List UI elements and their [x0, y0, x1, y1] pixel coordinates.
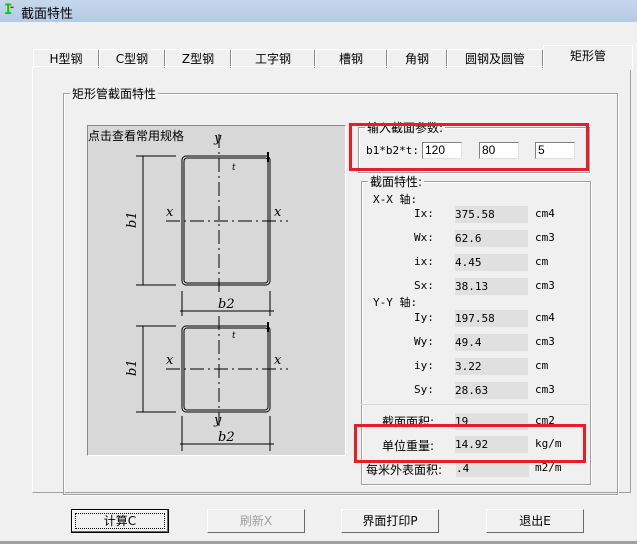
unit-weight-unit: kg/m [535, 437, 562, 450]
t-input[interactable] [535, 142, 575, 159]
properties-title: 截面特性: [368, 173, 425, 190]
section-diagram[interactable]: 点击查看常用规格 y x x b2 b1 t y x x b2 b1 t [87, 125, 346, 456]
ix-radius-value: 4.45 [455, 254, 528, 271]
ix-radius-unit: cm [535, 255, 549, 268]
iy-radius-unit: cm [535, 359, 549, 372]
section-steel-icon: I- [4, 2, 16, 18]
yy-axis-label: Y-Y 轴: [373, 296, 418, 309]
refresh-button[interactable]: 刷新X [207, 509, 305, 533]
ix-radius-label: ix: [414, 255, 434, 268]
iy-radius-value: 3.22 [455, 358, 528, 375]
exit-button[interactable]: 退出E [486, 509, 584, 533]
sy-label: Sy: [414, 383, 434, 396]
wy-unit: cm3 [535, 335, 555, 348]
wx-label: Wx: [414, 231, 434, 244]
sx-unit: cm3 [535, 279, 555, 292]
y-label-top: y [213, 131, 222, 146]
t-label-top: t [232, 163, 236, 173]
calculate-button[interactable]: 计算C [71, 509, 169, 533]
wx-value: 62.6 [455, 230, 528, 247]
x-label-bottom-right: x [274, 353, 282, 368]
x-label-bottom-left: x [166, 353, 174, 368]
sx-value: 38.13 [455, 278, 528, 295]
b2-input[interactable] [479, 142, 519, 159]
rect-tube-diagram: y x x b2 b1 t y x x b2 b1 t [125, 131, 288, 451]
iy-moment-unit: cm4 [535, 311, 555, 324]
ix-moment-value: 375.58 [455, 206, 528, 223]
iy-moment-value: 197.58 [455, 310, 528, 327]
surface-area-value: .4 [456, 460, 529, 477]
sy-value: 28.63 [455, 382, 528, 399]
group-title: 矩形管截面特性 [70, 85, 159, 102]
t-label-bottom: t [232, 331, 236, 341]
x-label-top-right: x [274, 205, 282, 220]
wy-value: 49.4 [455, 334, 528, 351]
b1-input[interactable] [422, 142, 462, 159]
iy-moment-label: Iy: [414, 311, 434, 324]
divider [361, 404, 589, 405]
surface-area-unit: m2/m [535, 461, 562, 474]
calculate-label: 计算C [103, 514, 137, 528]
ix-moment-unit: cm4 [535, 207, 555, 220]
tab-rectangular-tube[interactable]: 矩形管 [543, 45, 633, 70]
wy-label: Wy: [414, 335, 434, 348]
b2-label-top: b2 [218, 297, 235, 312]
wx-unit: cm3 [535, 231, 555, 244]
y-label-bottom: y [213, 413, 222, 428]
x-label-top-left: x [166, 205, 174, 220]
param-label: b1*b2*t: [366, 144, 419, 157]
unit-weight-label: 单位重量: [382, 439, 435, 453]
area-unit: cm2 [535, 414, 555, 427]
sx-label: Sx: [414, 279, 434, 292]
print-button[interactable]: 界面打印P [341, 509, 439, 533]
unit-weight-value: 14.92 [455, 436, 528, 453]
ix-moment-label: Ix: [414, 207, 434, 220]
window-title: 截面特性 [21, 7, 74, 22]
b1-label-top: b1 [125, 211, 140, 228]
area-value: 19 [455, 413, 528, 430]
surface-area-label: 每米外表面积: [366, 463, 443, 477]
area-label: 截面面积: [382, 415, 435, 429]
title-bar: I- 截面特性 [0, 0, 637, 22]
b1-label-bottom: b1 [125, 359, 140, 376]
input-params-title: 输入截面参数: [365, 119, 446, 136]
b2-label-bottom: b2 [218, 430, 235, 445]
xx-axis-label: X-X 轴: [373, 193, 418, 206]
iy-radius-label: iy: [414, 359, 434, 372]
sy-unit: cm3 [535, 383, 555, 396]
